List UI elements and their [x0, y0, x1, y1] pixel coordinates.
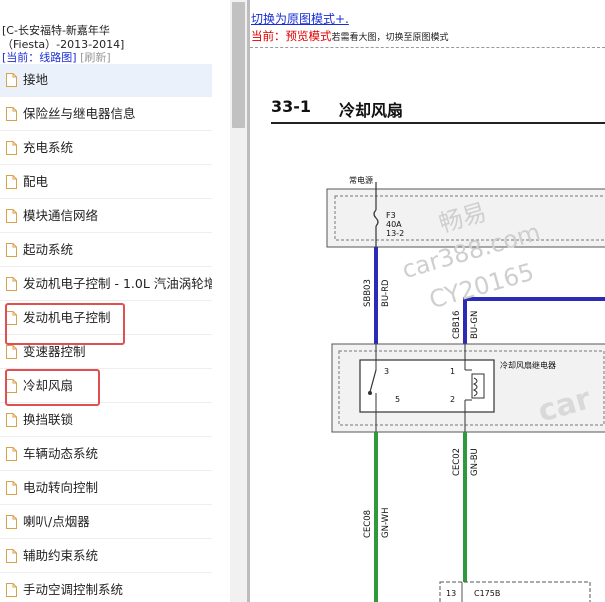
wire2-color: BU-GN — [470, 310, 480, 339]
document-icon — [6, 345, 17, 359]
sidebar-item-label: 车辆动态系统 — [23, 446, 99, 461]
sidebar-item-label: 换挡联锁 — [23, 412, 74, 427]
sidebar-item[interactable]: 电动转向控制 — [0, 472, 212, 505]
sidebar-item-label: 充电系统 — [23, 140, 74, 155]
sidebar-status: [当前：线路图] [刷新] — [2, 49, 111, 65]
document-icon — [6, 379, 17, 393]
sidebar-item[interactable]: 起动系统 — [0, 234, 212, 267]
sidebar-item[interactable]: 冷却风扇 — [0, 370, 212, 403]
relay-pin-2: 2 — [450, 395, 456, 404]
wire3-color: GN-BU — [470, 448, 480, 476]
document-icon — [6, 73, 17, 87]
sidebar: [C-长安福特-新嘉年华 （Fiesta）-2013-2014] [当前：线路图… — [0, 0, 230, 602]
sidebar-item[interactable]: 保险丝与继电器信息 — [0, 98, 212, 131]
document-icon — [6, 549, 17, 563]
connector-name: C175B — [474, 589, 501, 598]
document-icon — [6, 209, 17, 223]
sidebar-item[interactable]: 模块通信网络 — [0, 200, 212, 233]
document-icon — [6, 447, 17, 461]
relay-pin-1: 1 — [450, 367, 456, 376]
wire4-circuit: CEC08 — [363, 509, 373, 538]
sidebar-item-label: 冷却风扇 — [23, 378, 74, 393]
document-icon — [6, 277, 17, 291]
sidebar-item[interactable]: 喇叭/点烟器 — [0, 506, 212, 539]
sidebar-item-label: 保险丝与继电器信息 — [23, 106, 136, 121]
document-icon — [6, 141, 17, 155]
sidebar-item[interactable]: 接地 — [0, 64, 212, 97]
sidebar-item[interactable]: 发动机电子控制 - 1.0L 汽油涡轮增压 — [0, 268, 212, 301]
sidebar-item[interactable]: 换挡联锁 — [0, 404, 212, 437]
sidebar-item[interactable]: 变速器控制 — [0, 336, 212, 369]
document-icon — [6, 515, 17, 529]
relay-coil — [471, 373, 485, 399]
sidebar-item-label: 变速器控制 — [23, 344, 86, 359]
sidebar-item-label: 发动机电子控制 - 1.0L 汽油涡轮增压 — [23, 276, 212, 291]
wire1-circuit: SBB03 — [363, 279, 373, 307]
sidebar-item-label: 接地 — [23, 72, 49, 87]
sidebar-item-label: 电动转向控制 — [23, 480, 99, 495]
relay-pin-3: 3 — [384, 367, 390, 376]
document-icon — [6, 311, 17, 325]
refresh-link[interactable]: [刷新] — [80, 51, 111, 64]
wire-cbb16 — [463, 297, 605, 344]
power-label: 常电源 — [349, 176, 373, 185]
relay-pin-5: 5 — [395, 395, 401, 404]
document-icon — [6, 243, 17, 257]
fuse-ref: 13-2 — [386, 229, 405, 238]
document-icon — [6, 481, 17, 495]
wire4-color: GN-WH — [381, 507, 391, 538]
document-icon — [6, 107, 17, 121]
sidebar-item-label: 辅助约束系统 — [23, 548, 99, 563]
wire3-circuit: CEC02 — [452, 447, 462, 476]
wire2-circuit: CBB16 — [452, 310, 462, 339]
sidebar-item-label: 配电 — [23, 174, 49, 189]
sidebar-item[interactable]: 车辆动态系统 — [0, 438, 212, 471]
current-mode-link[interactable]: [当前：线路图] — [2, 51, 77, 64]
sidebar-item[interactable]: 配电 — [0, 166, 212, 199]
wiring-diagram — [326, 182, 605, 602]
sidebar-item-label: 起动系统 — [23, 242, 74, 257]
document-icon — [6, 583, 17, 597]
sidebar-item[interactable]: 发动机电子控制 — [0, 302, 212, 335]
sidebar-item[interactable]: 充电系统 — [0, 132, 212, 165]
fuse-rating: 40A — [386, 220, 402, 229]
sidebar-item-label: 喇叭/点烟器 — [23, 514, 90, 529]
sidebar-item-label: 模块通信网络 — [23, 208, 99, 223]
document-icon — [6, 413, 17, 427]
sidebar-item-label: 手动空调控制系统 — [23, 582, 124, 597]
sidebar-item[interactable]: 手动空调控制系统 — [0, 574, 212, 602]
fuse-name: F3 — [386, 211, 396, 220]
document-icon — [6, 175, 17, 189]
sidebar-item[interactable]: 辅助约束系统 — [0, 540, 212, 573]
relay-label: 冷却风扇继电器 — [500, 361, 556, 370]
sidebar-item-label: 发动机电子控制 — [23, 310, 111, 325]
connector-pin: 13 — [446, 589, 457, 598]
wire1-color: BU-RD — [381, 279, 391, 307]
diagram-pane: 切换为原图模式+. 当前：预览模式若需看大图，切换至原图模式 33-1 冷却风扇 — [250, 0, 605, 602]
sidebar-scrollbar-thumb[interactable] — [232, 2, 245, 128]
